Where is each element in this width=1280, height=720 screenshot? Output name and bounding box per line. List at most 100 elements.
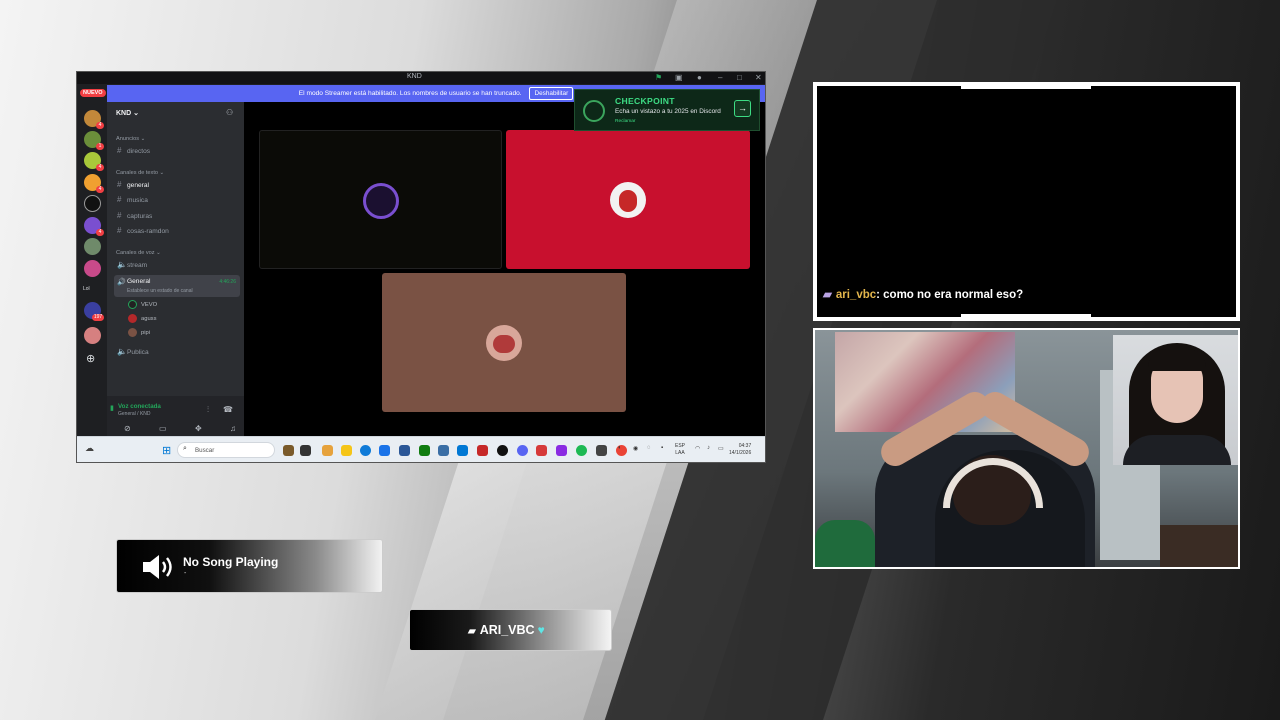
inbox-icon[interactable]: ⚑	[655, 73, 662, 82]
taskbar-app-icon[interactable]	[497, 445, 508, 456]
participant-avatar	[610, 182, 646, 218]
windows-taskbar: ☁ ⊞ ⌕ Buscar ⌃ ◐ ◉ ◌ ▪ ESP LAA ◠ ♪ ▭ 04:3…	[77, 436, 765, 462]
channel-cosas-ramdon[interactable]: # cosas-ramdon	[117, 226, 169, 235]
server-badge: 4	[96, 186, 104, 193]
screen-share-icon[interactable]: ▭	[159, 424, 167, 433]
voice-user[interactable]: pipi	[128, 328, 150, 337]
activities-icon[interactable]: ✥	[195, 424, 202, 433]
category-voice[interactable]: Canales de voz ⌄	[116, 250, 161, 256]
signal-icon: ▮	[110, 405, 114, 412]
voice-user[interactable]: VEVO	[128, 300, 157, 309]
taskbar-app-icon[interactable]	[457, 445, 468, 456]
taskbar-app-icon[interactable]	[379, 445, 390, 456]
server-icon[interactable]: 1	[84, 131, 104, 150]
taskbar-app-icon[interactable]	[399, 445, 410, 456]
server-badge: 4	[96, 122, 104, 129]
taskbar-app-icon[interactable]	[360, 445, 371, 456]
windows-start-icon[interactable]: ⊞	[162, 444, 171, 457]
disconnect-icon[interactable]: ☎	[223, 405, 233, 414]
close-icon[interactable]: ✕	[755, 73, 762, 82]
taskbar-app-icon[interactable]	[576, 445, 587, 456]
chat-text: : como no era normal eso?	[876, 289, 1024, 301]
server-icon[interactable]: 4	[84, 152, 104, 171]
taskbar-clock[interactable]: 04:37 14/1/2026	[729, 443, 751, 457]
noise-suppression-icon[interactable]: ⫶	[207, 405, 209, 415]
avatar	[128, 328, 137, 337]
new-badge: NUEVO	[80, 89, 106, 97]
tray-app-icon[interactable]: ◉	[633, 445, 638, 452]
participant-tile[interactable]	[382, 273, 626, 412]
search-icon: ⌕	[183, 445, 187, 452]
channel-general[interactable]: # general	[117, 180, 149, 189]
server-icon[interactable]: 197	[84, 302, 104, 321]
channel-sidebar: KND ⌄ ⚇ Anuncios ⌄ # directos Canales de …	[107, 102, 244, 462]
decor-line	[961, 314, 1091, 317]
voice-channel-status[interactable]: Establece un estado de canal	[127, 288, 193, 294]
tray-app-icon[interactable]: ◐	[618, 445, 622, 451]
taskbar-app-icon[interactable]	[517, 445, 528, 456]
category-announcements[interactable]: Anuncios ⌄	[116, 136, 145, 142]
voice-channel-stream[interactable]: 🔈stream	[117, 260, 147, 269]
taskbar-search-box[interactable]: ⌕ Buscar	[177, 442, 275, 458]
help-icon[interactable]: ▣	[675, 73, 683, 82]
voice-connected-subtitle: General / KND	[118, 411, 151, 417]
battery-icon[interactable]: ▭	[718, 445, 724, 452]
volume-icon[interactable]: ♪	[707, 445, 710, 451]
taskbar-app-icon[interactable]	[322, 445, 333, 456]
checkpoint-promo[interactable]: CHECKPOINT Echa un vistazo a tu 2025 en …	[574, 89, 760, 131]
taskbar-app-icon[interactable]	[438, 445, 449, 456]
voice-connected-title[interactable]: Voz conectada	[118, 403, 161, 410]
server-folder-label[interactable]: Lol	[83, 286, 90, 292]
channel-musica[interactable]: # musica	[117, 195, 148, 204]
category-text[interactable]: Canales de texto ⌄	[116, 170, 164, 176]
weather-icon[interactable]: ☁	[85, 443, 94, 454]
participant-avatar	[363, 183, 399, 219]
add-server-icon[interactable]: ⊕	[86, 352, 95, 365]
stream-chat-box: ▰ ari_vbc: como no era normal eso?	[813, 82, 1240, 321]
wifi-icon[interactable]: ◠	[695, 445, 700, 452]
taskbar-app-icon[interactable]	[477, 445, 488, 456]
guild-name[interactable]: KND ⌄	[116, 109, 139, 117]
participant-tile[interactable]	[259, 130, 502, 269]
checkpoint-title: CHECKPOINT	[615, 96, 675, 106]
add-member-icon[interactable]: ⚇	[226, 108, 233, 117]
voice-channel-general[interactable]: 🔊 General Establece un estado de canal 4…	[114, 275, 240, 297]
participant-tile[interactable]	[506, 130, 750, 269]
voice-connection-panel: ▮ Voz conectada General / KND ⫶ ☎ ⊘ ▭ ✥ …	[107, 396, 244, 436]
voice-user[interactable]: aguss	[128, 314, 156, 323]
server-icon[interactable]	[84, 238, 101, 255]
channel-directos[interactable]: # directos	[117, 146, 150, 155]
tray-app-icon[interactable]: ▪	[661, 445, 663, 451]
server-icon[interactable]: 4	[84, 217, 104, 236]
minimize-icon[interactable]: –	[718, 73, 722, 82]
checkpoint-claim-link[interactable]: Reclamar	[615, 119, 636, 124]
taskbar-app-icon[interactable]	[556, 445, 567, 456]
language-indicator[interactable]: ESP LAA	[675, 443, 685, 457]
server-icon[interactable]: 4	[84, 110, 104, 129]
disable-streamer-button[interactable]: Deshabilitar	[529, 87, 574, 100]
taskbar-app-icon[interactable]	[536, 445, 547, 456]
soundboard-icon[interactable]: ♫	[230, 424, 236, 433]
server-icon[interactable]	[84, 195, 101, 212]
server-icon[interactable]: 4	[84, 174, 104, 193]
channel-capturas[interactable]: # capturas	[117, 211, 152, 220]
server-icon[interactable]	[84, 260, 101, 277]
tray-app-icon[interactable]: ◌	[647, 445, 651, 451]
status-icon[interactable]: ●	[697, 73, 702, 82]
arrow-right-icon[interactable]: →	[734, 100, 751, 117]
taskbar-app-icon[interactable]	[419, 445, 430, 456]
taskbar-app-icon[interactable]	[341, 445, 352, 456]
taskbar-app-icon[interactable]	[300, 445, 311, 456]
hash-icon: #	[117, 226, 122, 235]
streamer-banner-text: El modo Streamer está habilitado. Los no…	[298, 90, 522, 97]
maximize-icon[interactable]: □	[737, 73, 742, 82]
tray-chevron-icon[interactable]: ⌃	[603, 445, 608, 452]
discord-controller-icon	[583, 100, 605, 122]
server-icon[interactable]	[84, 327, 101, 344]
taskbar-app-icon[interactable]	[283, 445, 294, 456]
handle-text: ▰ ARI_VBC ♥	[468, 623, 545, 637]
hash-icon: #	[117, 211, 122, 220]
camera-off-icon[interactable]: ⊘	[124, 424, 131, 433]
voice-channel-publica[interactable]: 🔈Publica	[117, 347, 149, 356]
speaker-icon: 🔈	[117, 260, 127, 269]
